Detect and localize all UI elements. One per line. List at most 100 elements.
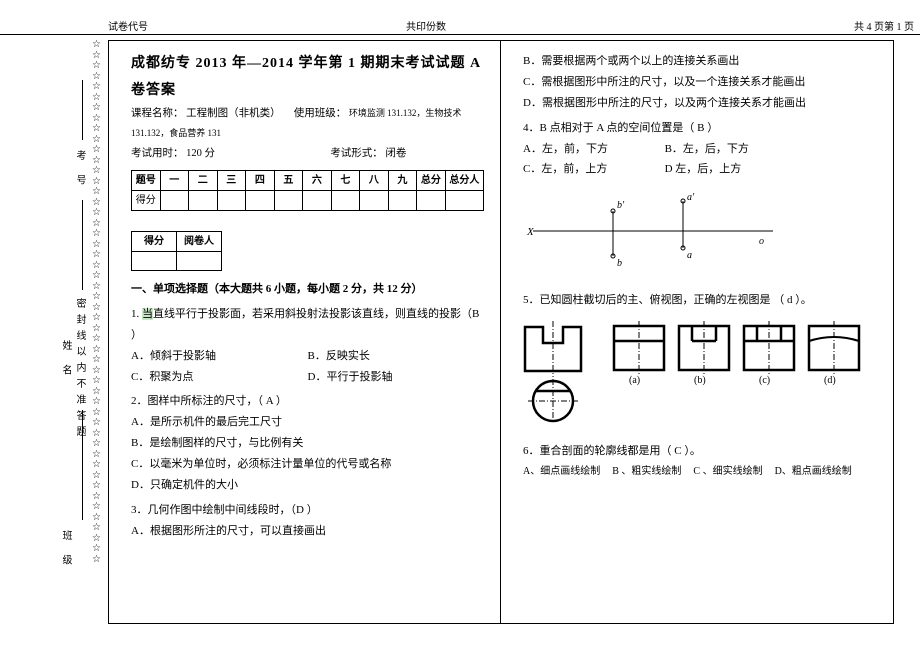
txt: 页 [904,22,914,33]
option-d: D．只确定机件的大小 [131,475,484,496]
stem: 4．B 点相对于 A 点的空间位置是（ B ） [523,118,877,139]
stem: 5．已知圆柱截切后的主、俯视图，正确的左视图是 （ d ）。 [523,290,877,311]
table-row [132,252,222,271]
th: 五 [274,171,303,191]
svg-text:b: b [617,258,622,269]
time-value: 120 分 [186,148,215,159]
th: 阅卷人 [177,232,222,252]
option-c: C．以毫米为单位时，必须标注计量单位的代号或名称 [131,454,484,475]
label-seal: 密封线以内不准答题 [72,298,87,442]
question-3: 3．几何作图中绘制中间线段时，（D ） A．根据图形所注的尺寸，可以直接画出 [131,500,484,542]
margin-strip: ☆☆☆☆☆☆☆☆☆☆☆☆☆☆☆☆☆☆☆☆☆☆☆☆☆☆☆☆☆☆☆☆☆☆☆☆☆☆☆☆… [72,40,108,622]
txt: 页第 [874,22,894,33]
txt: 直线平行于投影面，若采用斜投射法投影该直线，则直线的投影（B ） [131,308,479,341]
course-line: 课程名称： 工程制图（非机类） 使用班级： 环境监测 131.132，生物技术 … [131,104,484,144]
label-banji: 班 级 [58,530,73,571]
right-column: B．需要根据两个或两个以上的连接关系画出 C．需根据图形中所注的尺寸，以及一个连… [501,41,893,623]
option-c: C 、细实线绘制 [693,462,762,481]
option-b: B．需要根据两个或两个以上的连接关系画出 [523,51,877,72]
option-c: C．需根据图形中所注的尺寸，以及一个连接关系才能画出 [523,72,877,93]
question-1: 1. 当直线平行于投影面，若采用斜投射法投影该直线，则直线的投影（B ） A．倾… [131,304,484,388]
table-row: 题号 一 二 三 四 五 六 七 八 九 总分 总分人 [132,171,484,191]
exam-title: 成都纺专 2013 年—2014 学年第 1 期期末考试试题 A 卷答案 [131,51,484,104]
svg-text:a': a' [687,192,695,203]
form-label: 考试形式： [330,148,383,159]
option-b: B．反映实长 [308,346,370,367]
txt: 1. [131,308,142,320]
header-page-indicator: 共 4 页第 1 页 [854,18,914,34]
label-xingming: 姓 名 [58,340,73,381]
th: 八 [360,171,389,191]
option-d: D 左，后，上方 [665,159,742,180]
table-row: 得分 [132,191,484,211]
line [82,410,83,520]
highlight: 当 [142,308,153,320]
header-code-label: 试卷代号 [108,18,148,34]
th: 九 [388,171,417,191]
option-c: C．积聚为点 [131,367,308,388]
grader-table: 得分 阅卷人 [131,231,222,271]
line [82,200,83,290]
th: 得分 [132,232,177,252]
svg-text:o: o [759,236,764,247]
stem: 2．图样中所标注的尺寸，（ A ） [131,391,484,412]
th: 七 [331,171,360,191]
svg-text:(a): (a) [629,375,640,386]
th: 四 [246,171,275,191]
course-label: 课程名称： [131,108,184,119]
option-b: B．左，后，下方 [665,139,749,160]
option-a: A．是所示机件的最后完工尺寸 [131,412,484,433]
question-4: 4．B 点相对于 A 点的空间位置是（ B ） A．左，前，下方 B．左，后，下… [523,118,877,181]
line [82,80,83,140]
exam-page: 试卷代号 共印份数 共 4 页第 1 页 ☆☆☆☆☆☆☆☆☆☆☆☆☆☆☆☆☆☆☆… [0,0,920,651]
question-2: 2．图样中所标注的尺寸，（ A ） A．是所示机件的最后完工尺寸 B．是绘制图样… [131,391,484,495]
txt: 4 [867,22,872,33]
option-a: A．左，前，下方 [523,139,665,160]
svg-text:b': b' [617,200,625,211]
star-column: ☆☆☆☆☆☆☆☆☆☆☆☆☆☆☆☆☆☆☆☆☆☆☆☆☆☆☆☆☆☆☆☆☆☆☆☆☆☆☆☆… [92,40,101,565]
figure-q5: (a) (b) (c) [523,317,877,435]
figure-q4: X b' b a' o a [523,186,877,284]
th: 题号 [132,171,161,191]
stem: 6．重合剖面的轮廓线都是用（ C ）。 [523,441,877,462]
th: 一 [160,171,189,191]
option-a: A．根据图形所注的尺寸，可以直接画出 [131,521,484,542]
th: 总分 [417,171,446,191]
option-a: A、细点画线绘制 [523,462,600,481]
svg-text:(b): (b) [694,375,706,386]
class-label: 使用班级： [294,108,347,119]
txt: 共 [854,22,864,33]
svg-text:a: a [687,250,692,261]
score-table: 题号 一 二 三 四 五 六 七 八 九 总分 总分人 得分 [131,170,484,211]
td: 得分 [132,191,161,211]
question-6: 6．重合剖面的轮廓线都是用（ C ）。 A、细点画线绘制 B 、粗实线绘制 C … [523,441,877,481]
option-d: D．需根据图形中所注的尺寸，以及两个连接关系才能画出 [523,93,877,114]
form-value: 闭卷 [385,148,406,159]
table-row: 得分 阅卷人 [132,232,222,252]
th: 二 [189,171,218,191]
option-d: D、粗点画线绘制 [775,462,852,481]
svg-text:X: X [526,226,535,238]
txt: 1 [897,22,902,33]
left-column: 成都纺专 2013 年—2014 学年第 1 期期末考试试题 A 卷答案 课程名… [109,41,501,623]
content-frame: 成都纺专 2013 年—2014 学年第 1 期期末考试试题 A 卷答案 课程名… [108,40,894,624]
svg-text:(d): (d) [824,375,836,386]
th: 总分人 [445,171,483,191]
svg-text:(c): (c) [759,375,770,386]
option-d: D．平行于投影轴 [308,367,393,388]
label-kaohao: 考 号 [72,150,87,191]
time-label: 考试用时： [131,148,184,159]
th: 三 [217,171,246,191]
section-1-title: 一、单项选择题（本大题共 6 小题，每小题 2 分，共 12 分） [131,279,484,300]
header-print-count-label: 共印份数 [406,18,446,34]
time-line: 考试用时： 120 分 考试形式： 闭卷 [131,144,484,164]
option-c: C．左，前，上方 [523,159,665,180]
th: 六 [303,171,332,191]
option-b: B．是绘制图样的尺寸，与比例有关 [131,433,484,454]
page-header: 试卷代号 共印份数 共 4 页第 1 页 [0,18,920,35]
option-b: B 、粗实线绘制 [612,462,681,481]
question-5: 5．已知圆柱截切后的主、俯视图，正确的左视图是 （ d ）。 [523,290,877,311]
course-name: 工程制图（非机类） [186,108,281,119]
option-a: A．倾斜于投影轴 [131,346,308,367]
stem: 3．几何作图中绘制中间线段时，（D ） [131,500,484,521]
